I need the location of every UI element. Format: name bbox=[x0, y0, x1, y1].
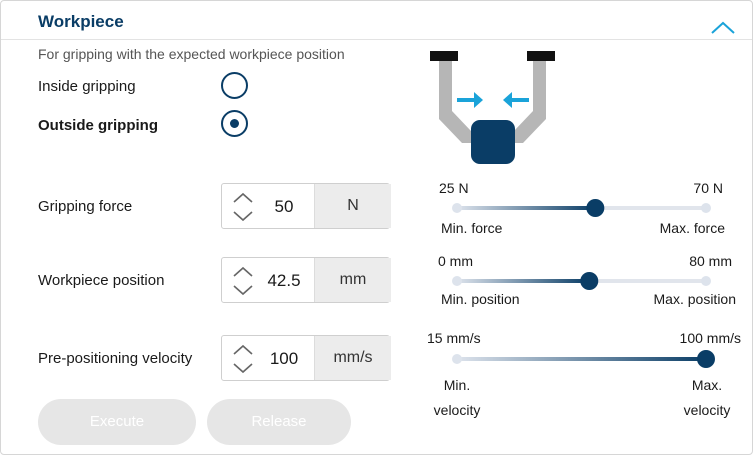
workpiece-position-label: Workpiece position bbox=[38, 272, 165, 289]
chevron-up-icon bbox=[711, 21, 735, 34]
outside-gripping-label: Outside gripping bbox=[38, 117, 158, 134]
inside-gripping-label: Inside gripping bbox=[38, 78, 136, 95]
slider-handle[interactable] bbox=[586, 199, 605, 217]
outside-gripping-radio[interactable] bbox=[221, 110, 248, 137]
execute-button[interactable]: Execute bbox=[38, 399, 196, 445]
gripping-force-stepper[interactable]: N bbox=[221, 183, 391, 229]
slider-min-label: Min. force bbox=[441, 220, 503, 236]
gripping-force-input[interactable] bbox=[258, 197, 310, 217]
slider-track[interactable] bbox=[425, 180, 747, 250]
slider-handle[interactable] bbox=[697, 350, 715, 368]
slider-fill bbox=[457, 357, 706, 361]
pre-positioning-velocity-unit: mm/s bbox=[314, 336, 391, 380]
workpiece-position-stepper[interactable]: mm bbox=[221, 257, 391, 303]
slider-max-label: Max. velocity bbox=[683, 377, 731, 418]
pre-positioning-velocity-slider[interactable]: 15 mm/s 100 mm/s Min. velocity Max. velo… bbox=[425, 330, 747, 420]
gripper-illustration bbox=[430, 51, 555, 164]
workpiece-panel: Workpiece For gripping with the expected… bbox=[0, 0, 753, 455]
gripping-force-label: Gripping force bbox=[38, 198, 133, 215]
gripping-force-unit: N bbox=[314, 184, 391, 228]
slider-handle[interactable] bbox=[580, 272, 599, 290]
radio-selected-dot bbox=[230, 119, 239, 128]
collapse-button[interactable] bbox=[709, 19, 737, 37]
slider-min-dot bbox=[452, 203, 462, 213]
pre-positioning-velocity-input[interactable] bbox=[258, 349, 310, 369]
pre-positioning-velocity-stepper[interactable]: mm/s bbox=[221, 335, 391, 381]
inside-gripping-radio[interactable] bbox=[221, 72, 248, 99]
gripping-force-slider[interactable]: 25 N 70 N Min. force Max. force bbox=[425, 180, 747, 250]
arrow-right-icon bbox=[457, 92, 483, 108]
slider-max-dot bbox=[701, 276, 711, 286]
slider-track[interactable] bbox=[425, 253, 747, 323]
slider-fill bbox=[457, 279, 590, 283]
workpiece-position-slider[interactable]: 0 mm 80 mm Min. position Max. position bbox=[425, 253, 747, 323]
up-down-chevron-icon[interactable] bbox=[230, 190, 256, 224]
slider-fill bbox=[457, 206, 596, 210]
slider-min-dot bbox=[452, 354, 462, 364]
panel-title: Workpiece bbox=[38, 12, 124, 31]
slider-max-label: Max. force bbox=[659, 220, 725, 236]
workpiece-position-input[interactable] bbox=[258, 271, 310, 291]
panel-subtitle: For gripping with the expected workpiece… bbox=[38, 46, 345, 62]
up-down-chevron-icon[interactable] bbox=[230, 264, 256, 298]
slider-min-label: Min. velocity bbox=[433, 377, 481, 418]
slider-min-dot bbox=[452, 276, 462, 286]
panel-header: Workpiece bbox=[1, 1, 752, 40]
slider-max-dot bbox=[701, 203, 711, 213]
slider-max-label: Max. position bbox=[653, 291, 736, 307]
workpiece-position-unit: mm bbox=[314, 258, 391, 302]
up-down-chevron-icon[interactable] bbox=[230, 342, 256, 376]
pre-positioning-velocity-label: Pre-positioning velocity bbox=[38, 350, 193, 367]
slider-min-label: Min. position bbox=[441, 291, 520, 307]
release-button[interactable]: Release bbox=[207, 399, 351, 445]
arrow-left-icon bbox=[503, 92, 529, 108]
